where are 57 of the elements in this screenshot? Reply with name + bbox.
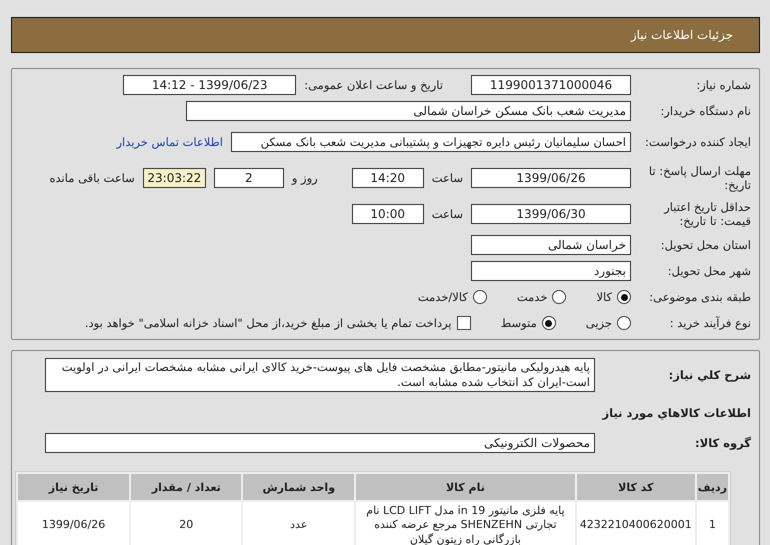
field-label: ساعت باقی مانده [50,171,135,185]
field-label: تاریخ و ساعت اعلان عمومی: [304,78,443,92]
remaining-time-field: 23:03:22 [142,168,206,188]
column-header: ردیف [696,474,728,500]
field-label: ساعت [432,171,463,185]
requester-field: احسان سلیمانیان رئیس دایره تجهیزات و پشتیبانی مدیریت شعب بانک مسکن [231,132,631,152]
buyer-field: مدیریت شعب بانک مسکن خراسان شمالی [186,101,631,121]
table-cell: پایه فلزی مانیتور 19 in مدل LCD LIFT نام تجارتی SHENZEHN مرجع عرضه کننده بازرگانی راه زیتون گیلان [356,502,575,545]
column-header: نام کالا [356,474,575,500]
province-field: خراسان شمالی [471,235,631,255]
field-label: استان محل تحویل: [660,238,751,252]
radio-button[interactable] [552,290,566,304]
city-field: بجنورد [471,261,631,281]
announce-date-field: 1399/06/23 - 14:12 [123,75,296,95]
goods-group-field: محصولات الکترونیکی [45,433,595,453]
radio-option[interactable]: خدمت [516,290,566,304]
radio-option[interactable]: کالا [596,290,631,304]
radio-option[interactable]: جزیی [586,316,631,330]
contact-link[interactable]: اطلاعات تماس خریدار [116,135,223,149]
deadline-time-field: 14:20 [352,168,424,188]
table-cell: 1 [696,502,728,545]
field-label: شماره نیاز: [695,78,751,92]
field-label: مهلت ارسال پاسخ: تا تاریخ: [648,164,751,192]
radio-button[interactable] [472,290,487,304]
table-cell: 20 [131,502,242,545]
description-field: پایه هیدرولیکی مانیتور-مطابق مشخصت فایل های پیوست-خرید کالای ایرانی مشابه مشخصات ایرانی در اولویت است-ایران کد انتخاب شده مشابه است. [45,358,595,392]
column-header: تعداد / مقدار [131,474,242,500]
field-label: روز و [292,171,318,185]
column-header: واحد شمارش [243,474,354,500]
days-field: 2 [214,168,284,188]
deadline-date-field: 1399/06/26 [471,168,631,188]
radio-button[interactable] [617,290,631,304]
section-title: اطلاعات کالاهاي مورد نیاز [602,406,751,420]
validity-time-field: 10:00 [352,204,424,224]
field-label: ساعت [432,207,463,221]
field-label: ایجاد کننده درخواست: [644,134,751,150]
table-cell: عدد [243,502,354,545]
table-cell: 4232210400620001 [576,502,695,545]
radio-button[interactable] [542,316,556,330]
column-header: کد کالا [576,474,695,500]
checkbox[interactable] [456,316,471,330]
radio-button[interactable] [617,316,631,330]
payment-checkbox-option[interactable]: پرداخت تمام یا بخشی از مبلغ خرید،از محل "اسناد خزانه اسلامی" خواهد بود. [84,316,471,330]
field-label: طبقه بندی موضوعی: [648,290,751,304]
field-label: حداقل تاریخ اعتبار قیمت: تا تاریخ: [662,200,751,228]
table-cell: 1399/06/26 [18,502,130,545]
validity-date-field: 1399/06/30 [471,204,631,224]
field-label: نام دستگاه خریدار: [659,104,751,118]
field-label: گروه کالا: [694,436,751,450]
header-title: جزئیات اطلاعات نیاز [630,28,733,42]
field-label: نوع فرآیند خرید : [668,316,751,330]
need-number-field: 1199001371000046 [471,75,631,95]
field-label: شهر محل تحویل: [666,264,751,278]
column-header: تاریخ نیاز [18,474,130,500]
radio-option[interactable]: کالا/خدمت [418,290,487,304]
field-label: شرح کلي نیاز: [668,368,751,382]
radio-option[interactable]: متوسط [500,316,556,330]
